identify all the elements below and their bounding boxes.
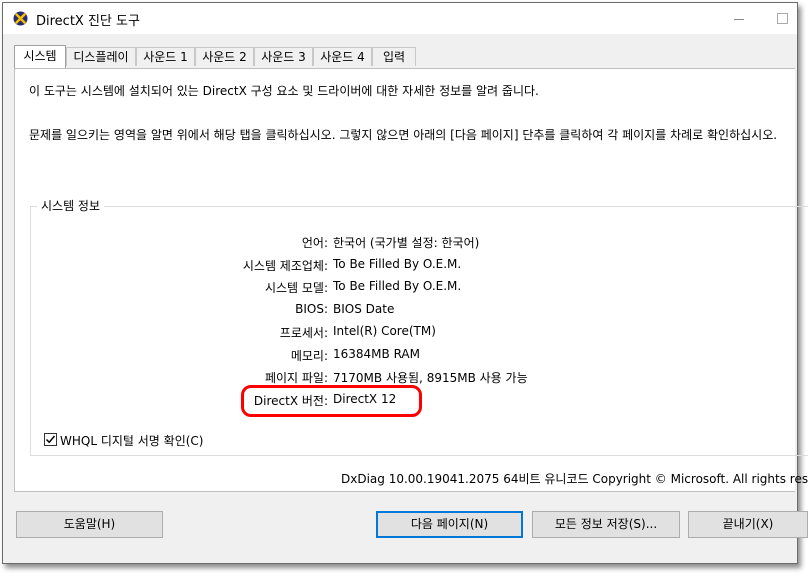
window-title: DirectX 진단 도구 (36, 14, 140, 29)
model-label: 시스템 모델: (264, 281, 328, 295)
checkmark-icon (45, 435, 56, 444)
maximize-button[interactable] (775, 11, 789, 25)
intro-text-1: 이 도구는 시스템에 설치되어 있는 DirectX 구성 요소 및 드라이버에… (29, 84, 539, 98)
language-label: 언어: (301, 236, 328, 250)
intro-text-2: 문제를 일으키는 영역을 알면 위에서 해당 탭을 클릭하십시오. 그렇지 않으… (29, 128, 778, 142)
system-info-title: 시스템 정보 (37, 197, 105, 214)
bios-label: BIOS: (295, 302, 328, 316)
model-value: To Be Filled By O.E.M. (333, 279, 462, 293)
directx-version-highlight (241, 385, 422, 417)
tab-sound-1[interactable]: 사운드 1 (136, 47, 195, 66)
bios-value: BIOS Date (333, 302, 395, 316)
tab-sound-4[interactable]: 사운드 4 (313, 47, 372, 66)
tab-input[interactable]: 입력 (372, 47, 416, 66)
dxdiag-version-info: DxDiag 10.00.19041.2075 64비트 유니코드 Copyri… (341, 472, 808, 486)
manufacturer-label: 시스템 제조업체: (242, 259, 328, 273)
memory-value: 16384MB RAM (333, 347, 420, 361)
title-bar[interactable]: DirectX 진단 도구 (3, 3, 797, 34)
page-file-label: 페이지 파일: (264, 371, 328, 385)
processor-value: Intel(R) Core(TM) (333, 324, 436, 338)
memory-label: 메모리: (290, 349, 328, 363)
whql-label[interactable]: WHQL 디지털 서명 확인(C) (60, 432, 204, 449)
language-value: 한국어 (국가별 설정: 한국어) (333, 236, 480, 250)
next-page-button[interactable]: 다음 페이지(N) (376, 511, 523, 538)
save-all-info-button[interactable]: 모든 정보 저장(S)... (532, 511, 680, 538)
exit-button[interactable]: 끝내기(X) (688, 511, 808, 538)
help-button[interactable]: 도움말(H) (16, 511, 163, 538)
minimize-button[interactable] (730, 11, 748, 25)
tab-display[interactable]: 디스플레이 (66, 47, 136, 66)
tab-system[interactable]: 시스템 (14, 45, 66, 68)
directx-x-icon (13, 11, 28, 26)
tab-sound-3[interactable]: 사운드 3 (254, 47, 313, 66)
whql-checkbox[interactable] (44, 433, 57, 446)
processor-label: 프로세서: (279, 326, 328, 340)
tab-sound-2[interactable]: 사운드 2 (195, 47, 254, 66)
manufacturer-value: To Be Filled By O.E.M. (333, 257, 462, 271)
page-file-value: 7170MB 사용됨, 8915MB 사용 가능 (333, 371, 528, 385)
